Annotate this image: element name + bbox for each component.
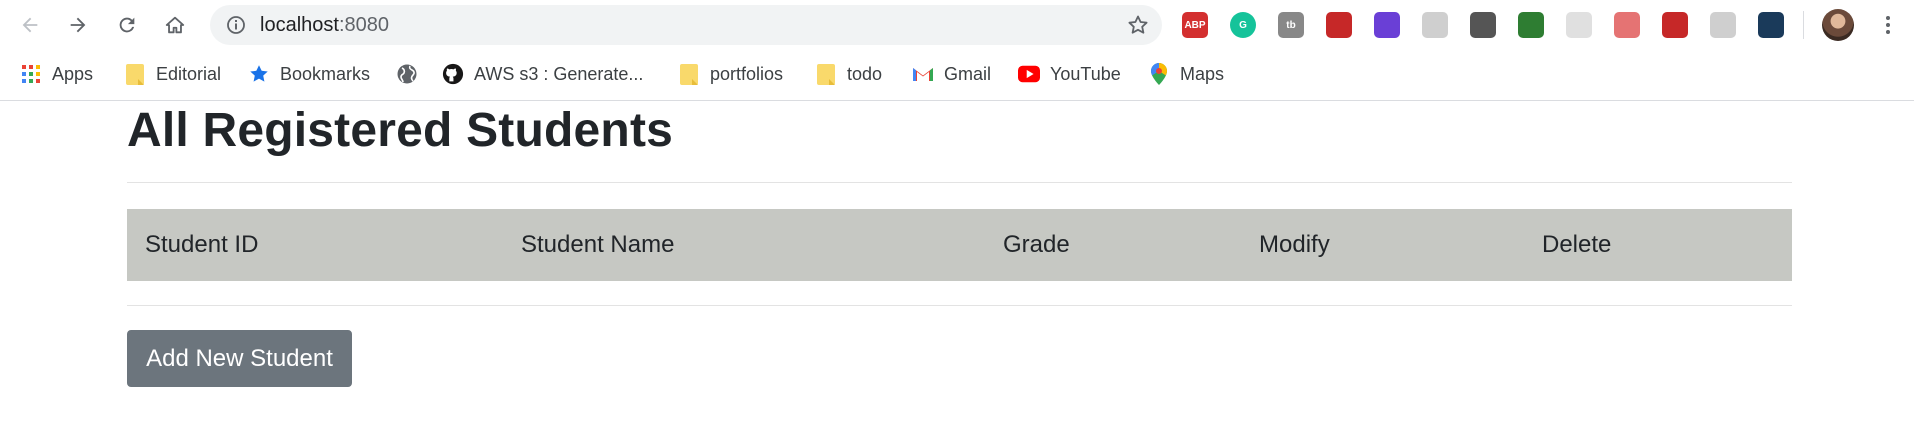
extension-tb-icon[interactable]: tb xyxy=(1278,12,1304,38)
column-grade: Grade xyxy=(1003,231,1070,258)
maps-icon xyxy=(1148,63,1170,85)
bookmark-todo[interactable]: todo xyxy=(815,54,882,94)
table-header: Student ID Student Name Grade Modify Del… xyxy=(127,209,1792,281)
bookmark-maps[interactable]: Maps xyxy=(1148,54,1224,94)
bookmark-globe[interactable] xyxy=(396,54,418,94)
bookmark-label: YouTube xyxy=(1050,63,1121,84)
url-text: localhost:8080 xyxy=(260,14,389,36)
browser-toolbar: localhost:8080 ABP Gtb xyxy=(0,0,1914,50)
globe-icon xyxy=(396,63,418,85)
extension-chat-icon[interactable] xyxy=(1710,12,1736,38)
bookmark-label: Maps xyxy=(1180,63,1225,84)
bookmark-star-icon[interactable] xyxy=(1126,13,1150,37)
reload-button[interactable] xyxy=(111,9,143,41)
bookmark-bookmarks[interactable]: Bookmarks xyxy=(248,54,370,94)
adblock-plus-icon[interactable]: ABP xyxy=(1182,12,1208,38)
table-bottom-divider xyxy=(127,305,1792,306)
bookmark-apps[interactable]: Apps xyxy=(20,54,93,94)
arrow-right-icon xyxy=(70,17,86,33)
info-icon[interactable] xyxy=(226,15,246,35)
page-title: All Registered Students xyxy=(127,104,674,157)
home-button[interactable] xyxy=(159,9,191,41)
back-button[interactable] xyxy=(14,9,46,41)
home-icon xyxy=(165,16,185,34)
folder-icon xyxy=(815,63,837,85)
extension-circle-icon[interactable] xyxy=(1422,12,1448,38)
apps-grid-icon xyxy=(20,63,42,85)
chrome-menu-icon[interactable] xyxy=(1878,11,1898,39)
youtube-icon xyxy=(1018,63,1040,85)
title-divider xyxy=(127,182,1792,183)
bookmarks-divider xyxy=(0,100,1914,101)
face-glasses-icon[interactable] xyxy=(1614,12,1640,38)
bookmark-label: todo xyxy=(847,63,883,84)
profile-avatar[interactable] xyxy=(1822,9,1854,41)
bookmark-label: Gmail xyxy=(944,63,992,84)
gmail-icon xyxy=(912,63,934,85)
folder-icon xyxy=(678,63,700,85)
bookmark-label: portfolios xyxy=(710,63,784,84)
star-icon xyxy=(248,63,270,85)
bookmark-label: Bookmarks xyxy=(280,63,371,84)
lightbulb-icon[interactable] xyxy=(1470,12,1496,38)
extension-puzzle-purple-icon[interactable] xyxy=(1374,12,1400,38)
extension-gray-icon[interactable] xyxy=(1566,12,1592,38)
reload-icon xyxy=(119,17,135,33)
bookmarks-bar: Apps Editorial Bookmarks AWS s3 : Genera… xyxy=(0,54,1914,94)
bookmark-editorial[interactable]: Editorial xyxy=(124,54,221,94)
rocket-icon[interactable] xyxy=(1662,12,1688,38)
bookmark-gmail[interactable]: Gmail xyxy=(912,54,991,94)
column-modify: Modify xyxy=(1259,231,1330,258)
bookmark-label: AWS s3 : Generate... xyxy=(474,63,644,84)
column-delete: Delete xyxy=(1542,231,1612,258)
bookmark-portfolios[interactable]: portfolios xyxy=(678,54,783,94)
column-student-id: Student ID xyxy=(145,231,259,258)
add-new-student-button[interactable]: Add New Student xyxy=(127,330,352,387)
extension-dark-icon[interactable] xyxy=(1758,12,1784,38)
column-student-name: Student Name xyxy=(521,231,675,258)
globe-extension-icon[interactable] xyxy=(1518,12,1544,38)
folder-icon xyxy=(124,63,146,85)
bookmark-aws[interactable]: AWS s3 : Generate... xyxy=(442,54,643,94)
bookmark-label: Apps xyxy=(52,63,94,84)
pocket-icon[interactable] xyxy=(1326,12,1352,38)
arrow-left-icon xyxy=(22,17,38,33)
bookmark-youtube[interactable]: YouTube xyxy=(1018,54,1121,94)
bookmark-label: Editorial xyxy=(156,63,222,84)
forward-button[interactable] xyxy=(62,9,94,41)
toolbar-divider xyxy=(1803,11,1804,39)
grammarly-icon[interactable]: G xyxy=(1230,12,1256,38)
students-table: Student ID Student Name Grade Modify Del… xyxy=(127,209,1792,281)
github-icon xyxy=(442,63,464,85)
address-bar[interactable]: localhost:8080 xyxy=(210,5,1162,45)
